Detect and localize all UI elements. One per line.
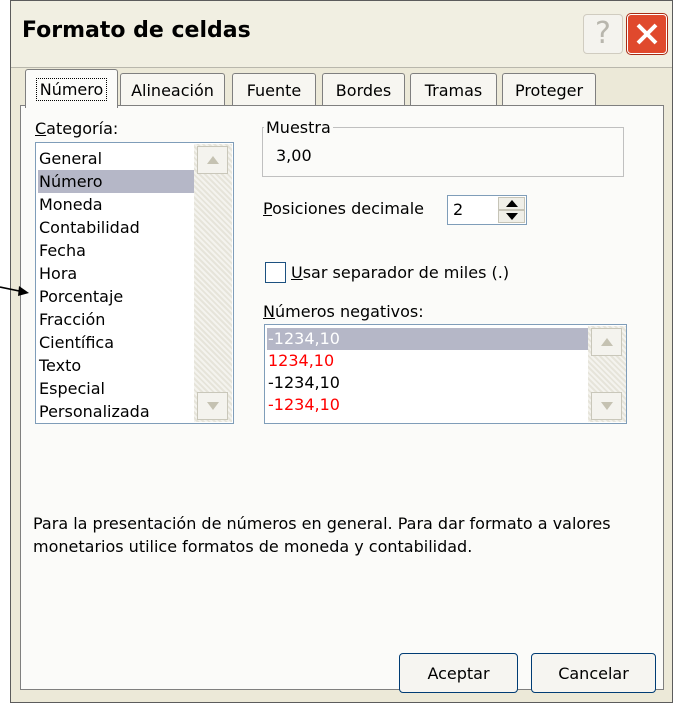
tab-label: Número: [35, 77, 108, 101]
up-arrow-icon: [600, 338, 613, 346]
scroll-up-button[interactable]: [197, 146, 228, 174]
category-list[interactable]: General Número Moneda Contabilidad Fecha…: [35, 142, 234, 424]
scroll-down-button[interactable]: [197, 392, 228, 420]
tab-tramas[interactable]: Tramas: [410, 73, 497, 106]
down-arrow-icon: [600, 402, 613, 410]
sample-legend: Muestra: [264, 118, 333, 137]
negative-format-item[interactable]: -1234,10: [267, 328, 588, 350]
category-item-numero[interactable]: Número: [38, 170, 197, 193]
ok-button[interactable]: Aceptar: [399, 653, 518, 693]
category-scrollbar[interactable]: [194, 144, 232, 422]
pointer-arrow: [0, 286, 29, 296]
scroll-up-button[interactable]: [591, 328, 622, 356]
decimals-value[interactable]: 2: [453, 200, 463, 219]
category-item-general[interactable]: General: [38, 147, 197, 170]
category-item-contabilidad[interactable]: Contabilidad: [38, 216, 197, 239]
decimals-label: Posiciones decimale: [263, 199, 425, 218]
negative-numbers-label: Números negativos:: [263, 302, 424, 321]
negative-numbers-list[interactable]: -1234,10 1234,10 -1234,10 -1234,10: [264, 324, 627, 424]
decimals-stepper[interactable]: 2: [447, 195, 527, 225]
negative-format-item[interactable]: -1234,10: [267, 394, 588, 416]
up-arrow-icon: [505, 200, 518, 207]
category-item-fecha[interactable]: Fecha: [38, 239, 197, 262]
close-button[interactable]: [627, 14, 667, 54]
tab-numero[interactable]: Número: [25, 69, 118, 108]
format-description: Para la presentación de números en gener…: [33, 514, 611, 556]
tab-label: Proteger: [514, 80, 584, 100]
category-item-hora[interactable]: Hora: [38, 262, 197, 285]
cancel-button[interactable]: Cancelar: [531, 653, 656, 693]
category-item-personalizada[interactable]: Personalizada: [38, 400, 197, 423]
category-item-moneda[interactable]: Moneda: [38, 193, 197, 216]
category-item-porcentaje[interactable]: Porcentaje: [38, 285, 197, 308]
tab-fuente[interactable]: Fuente: [232, 73, 316, 106]
category-item-fraccion[interactable]: Fracción: [38, 308, 197, 331]
down-arrow-icon: [505, 213, 518, 220]
category-label: Categoría:: [35, 119, 119, 138]
negatives-scrollbar[interactable]: [588, 326, 626, 422]
up-arrow-icon: [206, 156, 219, 164]
close-icon: [636, 23, 658, 45]
thousands-separator-label[interactable]: Usar separador de miles (.): [291, 263, 509, 282]
negative-format-item[interactable]: 1234,10: [267, 350, 588, 372]
tab-label: Tramas: [424, 80, 483, 100]
decrement-button[interactable]: [498, 210, 525, 223]
question-icon: ?: [595, 16, 611, 51]
help-button[interactable]: ?: [583, 14, 623, 54]
increment-button[interactable]: [498, 197, 525, 210]
down-arrow-icon: [206, 402, 219, 410]
thousands-separator-checkbox[interactable]: [265, 262, 286, 283]
window-title: Formato de celdas: [22, 18, 251, 43]
scroll-down-button[interactable]: [591, 392, 622, 420]
tab-label: Alineación: [131, 80, 214, 100]
tab-bordes[interactable]: Bordes: [322, 73, 405, 106]
category-item-texto[interactable]: Texto: [38, 354, 197, 377]
decimals-spinner[interactable]: [498, 197, 525, 223]
tab-alineacion[interactable]: Alineación: [120, 73, 225, 106]
negative-format-item[interactable]: -1234,10: [267, 372, 588, 394]
tab-label: Fuente: [246, 80, 302, 100]
sample-value: 3,00: [276, 146, 312, 165]
category-item-cientifica[interactable]: Científica: [38, 331, 197, 354]
category-item-especial[interactable]: Especial: [38, 377, 197, 400]
tab-label: Bordes: [335, 80, 392, 100]
tab-proteger[interactable]: Proteger: [502, 73, 596, 106]
